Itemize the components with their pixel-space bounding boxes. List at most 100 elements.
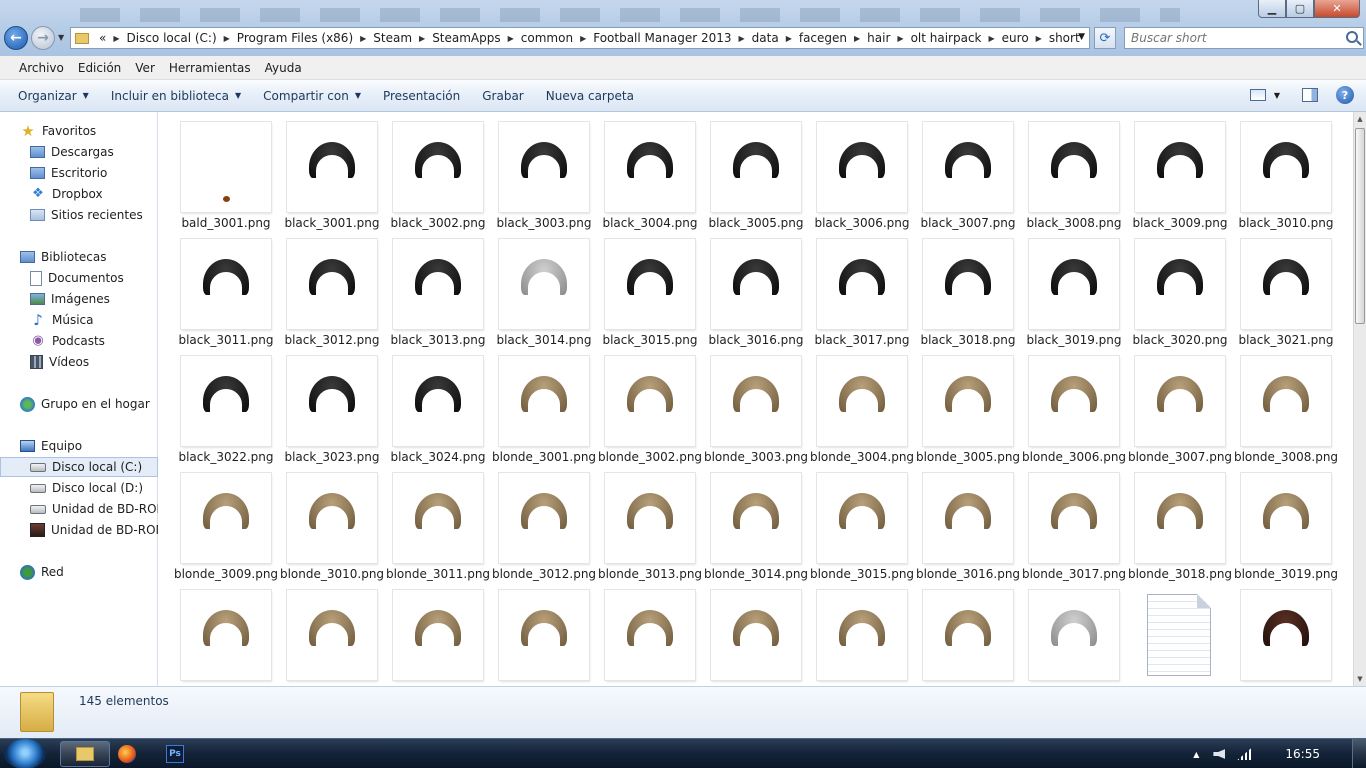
include-library-button[interactable]: Incluir en biblioteca ▼ — [103, 89, 249, 103]
file-item[interactable]: blonde_3014.png — [704, 473, 813, 585]
file-item[interactable]: blonde_3015.png — [810, 473, 919, 585]
file-thumbnail[interactable] — [817, 473, 907, 563]
file-thumbnail[interactable] — [181, 239, 271, 329]
breadcrumb-item[interactable]: SteamApps — [428, 31, 504, 45]
file-thumbnail[interactable] — [605, 356, 695, 446]
breadcrumb-separator-icon[interactable]: ▶ — [894, 34, 906, 43]
file-thumbnail[interactable] — [1241, 239, 1331, 329]
file-item[interactable] — [603, 590, 707, 686]
file-item[interactable]: blonde_3005.png — [916, 356, 1025, 468]
nav-desktop[interactable]: Escritorio — [0, 163, 158, 183]
file-thumbnail[interactable] — [1029, 239, 1119, 329]
file-thumbnail[interactable] — [287, 239, 377, 329]
file-item[interactable]: blonde_3007.png — [1128, 356, 1237, 468]
file-item[interactable] — [285, 590, 389, 686]
slideshow-button[interactable]: Presentación — [375, 89, 468, 103]
nav-favorites[interactable]: ★ Favoritos — [0, 121, 158, 141]
file-item[interactable]: blonde_3012.png — [492, 473, 601, 585]
file-thumbnail[interactable] — [923, 122, 1013, 212]
breadcrumb-item[interactable]: common — [517, 31, 577, 45]
network-signal-icon[interactable] — [1237, 748, 1252, 760]
file-thumbnail[interactable] — [1135, 239, 1225, 329]
maximize-button[interactable]: ▢ — [1286, 0, 1314, 18]
nav-network[interactable]: Red — [0, 562, 158, 582]
file-item[interactable]: black_3016.png — [708, 239, 813, 351]
file-thumbnail[interactable] — [181, 356, 271, 446]
close-button[interactable]: ✕ — [1314, 0, 1360, 18]
refresh-button[interactable]: ⟳ — [1094, 27, 1116, 49]
file-thumbnail[interactable] — [923, 356, 1013, 446]
file-thumbnail[interactable] — [711, 356, 801, 446]
file-item[interactable]: blonde_3009.png — [174, 473, 283, 585]
file-thumbnail[interactable] — [181, 122, 271, 212]
breadcrumb-item[interactable]: hair — [863, 31, 894, 45]
search-icon[interactable] — [1346, 31, 1358, 43]
show-hidden-icons-icon[interactable]: ▲ — [1193, 750, 1199, 759]
file-item[interactable]: bald_3001.png — [179, 122, 283, 234]
breadcrumb-item[interactable]: Disco local (C:) — [123, 31, 221, 45]
file-thumbnail[interactable] — [923, 473, 1013, 563]
file-item[interactable]: blonde_3008.png — [1234, 356, 1343, 468]
nav-music[interactable]: ♪ Música — [0, 310, 158, 330]
breadcrumb-item[interactable]: euro — [998, 31, 1033, 45]
chevron-down-icon[interactable]: ▼ — [1078, 32, 1085, 42]
breadcrumb-separator-icon[interactable]: ▶ — [1033, 34, 1045, 43]
file-item[interactable]: blonde_3016.png — [916, 473, 1025, 585]
file-item[interactable] — [1133, 590, 1237, 686]
file-item[interactable] — [391, 590, 495, 686]
vertical-scrollbar[interactable]: ▲ ▼ — [1353, 112, 1366, 686]
breadcrumb-separator-icon[interactable]: ▶ — [221, 34, 233, 43]
file-thumbnail[interactable] — [393, 122, 483, 212]
file-item[interactable]: blonde_3019.png — [1234, 473, 1343, 585]
file-thumbnail[interactable] — [711, 590, 801, 680]
file-item[interactable]: black_3008.png — [1026, 122, 1131, 234]
help-icon[interactable]: ? — [1336, 86, 1354, 104]
file-item[interactable]: black_3002.png — [390, 122, 495, 234]
nav-dropbox[interactable]: ❖ Dropbox — [0, 184, 158, 204]
file-thumbnail[interactable] — [1241, 590, 1331, 680]
breadcrumb-item[interactable]: Program Files (x86) — [233, 31, 357, 45]
file-item[interactable]: black_3009.png — [1132, 122, 1237, 234]
scroll-thumb[interactable] — [1355, 128, 1365, 324]
file-item[interactable]: black_3022.png — [178, 356, 283, 468]
file-thumbnail[interactable] — [181, 590, 271, 680]
file-item[interactable] — [179, 590, 283, 686]
chevron-down-icon[interactable]: ▼ — [1274, 91, 1280, 100]
file-thumbnail[interactable] — [1029, 590, 1119, 680]
breadcrumb-item[interactable]: Steam — [369, 31, 416, 45]
file-thumbnail[interactable] — [1241, 473, 1331, 563]
file-item[interactable]: blonde_3010.png — [280, 473, 389, 585]
breadcrumb-separator-icon[interactable]: ▶ — [110, 34, 122, 43]
breadcrumb-item[interactable]: Football Manager 2013 — [589, 31, 735, 45]
file-item[interactable]: black_3015.png — [602, 239, 707, 351]
file-item[interactable]: black_3019.png — [1026, 239, 1131, 351]
file-thumbnail[interactable] — [1241, 356, 1331, 446]
menu-view[interactable]: Ver — [128, 61, 162, 75]
file-thumbnail[interactable] — [605, 590, 695, 680]
breadcrumb-separator-icon[interactable]: ▶ — [577, 34, 589, 43]
file-thumbnail[interactable] — [287, 473, 377, 563]
forward-button[interactable]: → — [31, 26, 55, 50]
nav-bd-rom-2[interactable]: Unidad de BD-ROM — [0, 520, 158, 540]
file-item[interactable]: black_3004.png — [602, 122, 707, 234]
nav-drive-d[interactable]: Disco local (D:) — [0, 478, 158, 498]
back-button[interactable]: ← — [4, 26, 28, 50]
nav-drive-c[interactable]: Disco local (C:) — [0, 457, 158, 477]
scroll-up-arrow-icon[interactable]: ▲ — [1354, 112, 1366, 126]
breadcrumb-separator-icon[interactable]: ▶ — [357, 34, 369, 43]
file-item[interactable]: black_3007.png — [920, 122, 1025, 234]
file-thumbnail[interactable] — [1241, 122, 1331, 212]
nav-libraries[interactable]: Bibliotecas — [0, 247, 158, 267]
nav-podcasts[interactable]: ◉ Podcasts — [0, 331, 158, 351]
burn-button[interactable]: Grabar — [474, 89, 532, 103]
file-thumbnail[interactable] — [287, 356, 377, 446]
file-item[interactable]: black_3010.png — [1238, 122, 1343, 234]
file-item[interactable]: black_3001.png — [284, 122, 389, 234]
breadcrumb-item[interactable]: facegen — [795, 31, 851, 45]
file-thumbnail[interactable] — [1135, 356, 1225, 446]
file-item[interactable]: blonde_3001.png — [492, 356, 601, 468]
file-thumbnail[interactable] — [817, 122, 907, 212]
file-item[interactable] — [497, 590, 601, 686]
breadcrumb-separator-icon[interactable]: ▶ — [851, 34, 863, 43]
file-thumbnail[interactable] — [605, 122, 695, 212]
